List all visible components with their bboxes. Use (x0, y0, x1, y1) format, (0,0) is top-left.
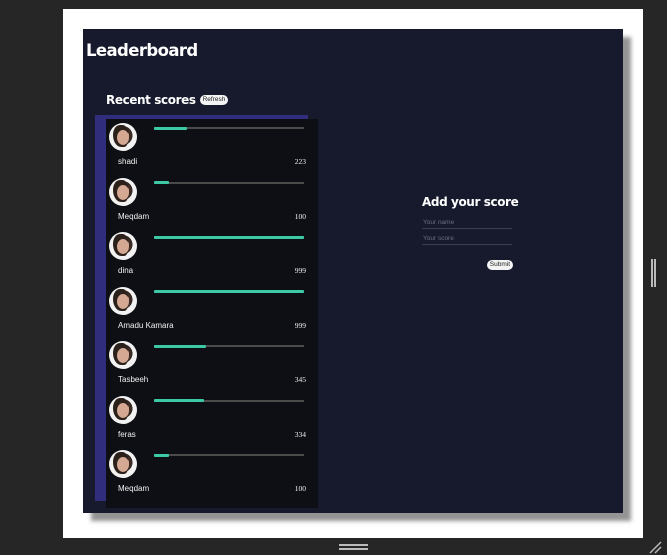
score-progress-fill (154, 453, 169, 457)
score-progress-fill (154, 235, 304, 239)
player-name: dina (118, 266, 134, 275)
score-progress-fill (154, 399, 204, 402)
player-name: feras (118, 429, 136, 439)
score-progress-fill (154, 290, 304, 293)
player-name: Meqdam (118, 484, 150, 493)
add-score-title: Add your score (422, 195, 519, 209)
player-score: 999 (294, 320, 306, 330)
score-progress-fill (154, 344, 206, 348)
score-input[interactable] (422, 235, 512, 245)
list-item: Meqdam 100 (106, 446, 318, 501)
player-score: 345 (294, 375, 306, 384)
avatar (109, 286, 137, 315)
list-item: Meqdam 100 (106, 174, 318, 229)
avatar (109, 341, 137, 369)
scores-list[interactable]: shadi 223 Meqdam 100 dina 999 Amadu Kamara 999 T… (106, 119, 318, 508)
list-item: dina 999 (106, 228, 318, 283)
submit-button[interactable]: Submit (486, 260, 513, 270)
score-progress-fill (154, 181, 169, 184)
page-title: Leaderboard (86, 41, 198, 60)
horizontal-resize-handle[interactable] (339, 544, 368, 550)
avatar (109, 395, 137, 424)
player-score: 100 (294, 484, 306, 493)
player-name: Meqdam (118, 211, 150, 221)
player-name: Amadu Kamara (118, 320, 174, 330)
score-progress-bar (154, 235, 304, 239)
avatar (109, 450, 137, 478)
recent-scores-title: Recent scores (106, 93, 196, 107)
list-item: feras 334 (106, 392, 318, 447)
add-score-form: Add your score Submit (422, 195, 519, 270)
list-item: shadi 223 (106, 119, 318, 174)
player-name: shadi (118, 157, 138, 166)
avatar (109, 232, 137, 260)
score-progress-bar (154, 399, 304, 402)
name-input[interactable] (422, 219, 512, 229)
score-progress-bar (154, 453, 304, 457)
score-progress-bar (154, 290, 304, 293)
player-score: 223 (294, 157, 306, 166)
score-progress-bar (154, 126, 304, 130)
scores-list-border: shadi 223 Meqdam 100 dina 999 Amadu Kamara 999 T… (95, 115, 318, 508)
player-score: 334 (294, 429, 306, 439)
score-progress-bar (154, 181, 304, 184)
app-container: Leaderboard Recent scores Refresh shadi 2… (83, 29, 623, 513)
avatar (109, 177, 137, 206)
player-name: Tasbeeh (118, 375, 149, 384)
avatar (109, 123, 137, 151)
player-score: 999 (294, 266, 306, 275)
vertical-resize-handle[interactable] (651, 259, 656, 287)
refresh-button[interactable]: Refresh (199, 95, 229, 105)
score-progress-fill (154, 126, 187, 130)
recent-scores-header: Recent scores Refresh (106, 93, 229, 107)
corner-resize-icon[interactable] (648, 540, 662, 554)
list-item: Amadu Kamara 999 (106, 283, 318, 338)
list-item: Tasbeeh 345 (106, 337, 318, 392)
player-score: 100 (294, 211, 306, 221)
score-progress-bar (154, 344, 304, 348)
